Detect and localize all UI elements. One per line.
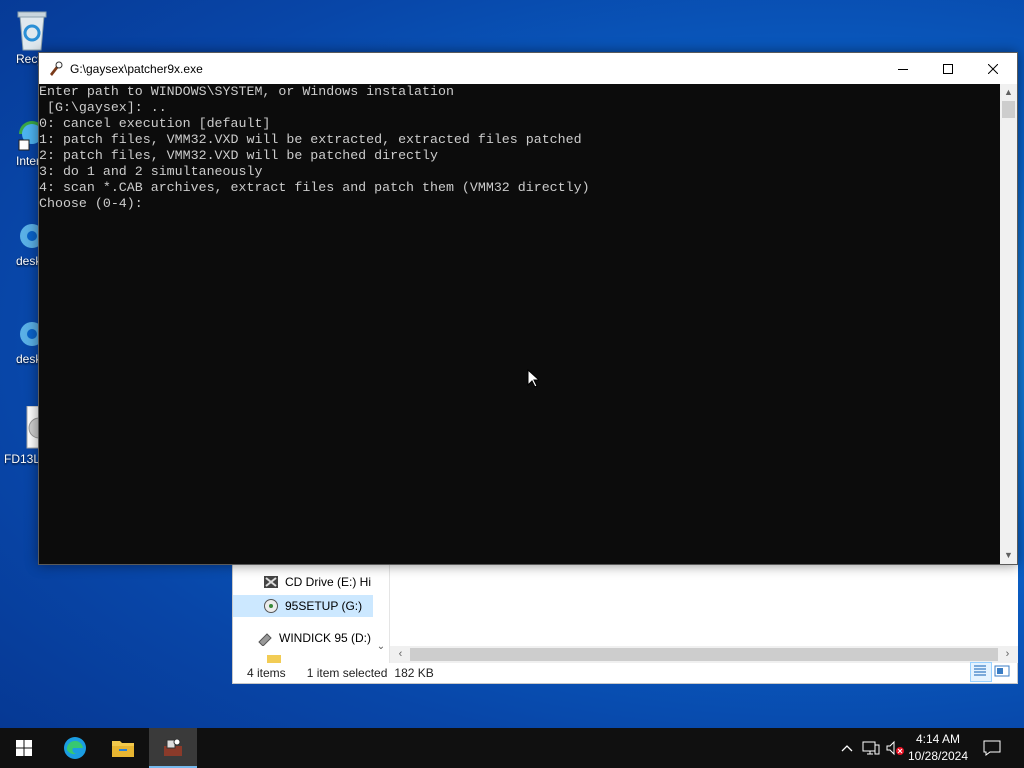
taskbar: 4:14 AM 10/28/2024 bbox=[0, 728, 1024, 768]
file-explorer-window[interactable]: CD Drive (E:) Hiren 95SETUP (G:) WINDICK… bbox=[232, 545, 1018, 684]
volume-muted-icon bbox=[886, 740, 904, 756]
console-window[interactable]: G:\gaysex\patcher9x.exe Enter path to WI… bbox=[38, 52, 1018, 565]
taskbar-file-explorer[interactable] bbox=[99, 728, 147, 768]
clock-date: 10/28/2024 bbox=[907, 749, 969, 763]
notification-center-button[interactable] bbox=[978, 728, 1006, 768]
scroll-thumb[interactable] bbox=[410, 648, 998, 661]
show-hidden-icons-button[interactable] bbox=[838, 728, 856, 768]
cd-drive-icon bbox=[264, 576, 278, 588]
volume-icon[interactable] bbox=[884, 728, 906, 768]
edge-icon bbox=[64, 737, 86, 759]
recycle-bin-icon bbox=[17, 11, 47, 51]
usb-drive-icon bbox=[258, 633, 272, 646]
mouse-cursor-icon bbox=[527, 369, 539, 388]
notification-icon bbox=[983, 740, 1001, 756]
minimize-button[interactable] bbox=[880, 53, 926, 84]
minimize-icon bbox=[898, 68, 908, 70]
item-count: 4 items bbox=[247, 666, 286, 680]
disc-image-icon bbox=[26, 406, 41, 449]
folder-icon bbox=[267, 655, 281, 663]
console-line: 0: cancel execution [default] bbox=[39, 116, 271, 131]
console-line: Enter path to WINDOWS\SYSTEM, or Windows… bbox=[39, 84, 454, 99]
network-icon-glyph bbox=[862, 741, 880, 755]
console-output[interactable]: Enter path to WINDOWS\SYSTEM, or Windows… bbox=[39, 84, 1000, 564]
maximize-icon bbox=[943, 63, 953, 74]
selection-count: 1 item selected bbox=[306, 666, 388, 680]
maximize-button[interactable] bbox=[925, 53, 971, 84]
console-line: 1: patch files, VMM32.VXD will be extrac… bbox=[39, 132, 582, 147]
status-bar: 4 items 1 item selected 182 KB bbox=[233, 662, 1017, 683]
nav-item-label: 95SETUP (G:) bbox=[285, 599, 363, 613]
patcher-app-icon bbox=[164, 738, 182, 756]
desktop-icon-label: FD13LIVE bbox=[4, 452, 42, 466]
start-button[interactable] bbox=[0, 728, 48, 768]
chevron-down-icon[interactable]: ⌄ bbox=[373, 641, 389, 657]
details-view-icon[interactable] bbox=[970, 662, 992, 682]
console-line: 4: scan *.CAB archives, extract files an… bbox=[39, 180, 590, 195]
large-icons-view-icon[interactable] bbox=[992, 662, 1014, 682]
clock-time: 4:14 AM bbox=[915, 732, 961, 746]
close-icon bbox=[988, 63, 998, 74]
console-line: [G:\gaysex]: .. bbox=[39, 100, 167, 115]
window-title: G:\gaysex\patcher9x.exe bbox=[70, 61, 203, 76]
nav-item-cd-drive[interactable]: CD Drive (E:) Hiren bbox=[233, 571, 373, 593]
network-icon[interactable] bbox=[860, 728, 882, 768]
nav-item-label: WINDICK 95 (D:) bbox=[279, 631, 372, 645]
taskbar-patcher9x[interactable] bbox=[149, 728, 197, 768]
app-icon bbox=[50, 61, 63, 76]
scroll-up-icon[interactable]: ▲ bbox=[1000, 84, 1017, 101]
title-bar[interactable]: G:\gaysex\patcher9x.exe bbox=[39, 53, 1017, 84]
scroll-thumb[interactable] bbox=[1002, 101, 1015, 118]
scroll-down-icon[interactable]: ▼ bbox=[1000, 547, 1017, 564]
disc-drive-icon bbox=[264, 599, 278, 613]
console-line: 2: patch files, VMM32.VXD will be patche… bbox=[39, 148, 438, 163]
nav-item-95setup[interactable]: 95SETUP (G:) bbox=[233, 595, 373, 617]
folder-icon bbox=[112, 741, 134, 757]
scroll-left-icon[interactable]: ‹ bbox=[392, 646, 409, 663]
nav-item-windick[interactable]: WINDICK 95 (D:) bbox=[233, 627, 373, 649]
windows-logo-icon bbox=[16, 740, 32, 756]
console-prompt[interactable]: Choose (0-4): bbox=[39, 196, 1000, 212]
taskbar-edge[interactable] bbox=[51, 728, 99, 768]
console-line: 3: do 1 and 2 simultaneously bbox=[39, 164, 263, 179]
horizontal-scrollbar[interactable]: ‹ › bbox=[390, 646, 1018, 663]
nav-item-label: CD Drive (E:) Hiren bbox=[285, 575, 371, 589]
console-scrollbar[interactable]: ▲ ▼ bbox=[1000, 84, 1017, 564]
system-clock[interactable]: 4:14 AM 10/28/2024 bbox=[904, 728, 972, 768]
chevron-up-icon bbox=[841, 745, 853, 752]
close-button[interactable] bbox=[970, 53, 1016, 84]
scroll-right-icon[interactable]: › bbox=[999, 646, 1016, 663]
selection-size: 182 KB bbox=[394, 666, 434, 680]
